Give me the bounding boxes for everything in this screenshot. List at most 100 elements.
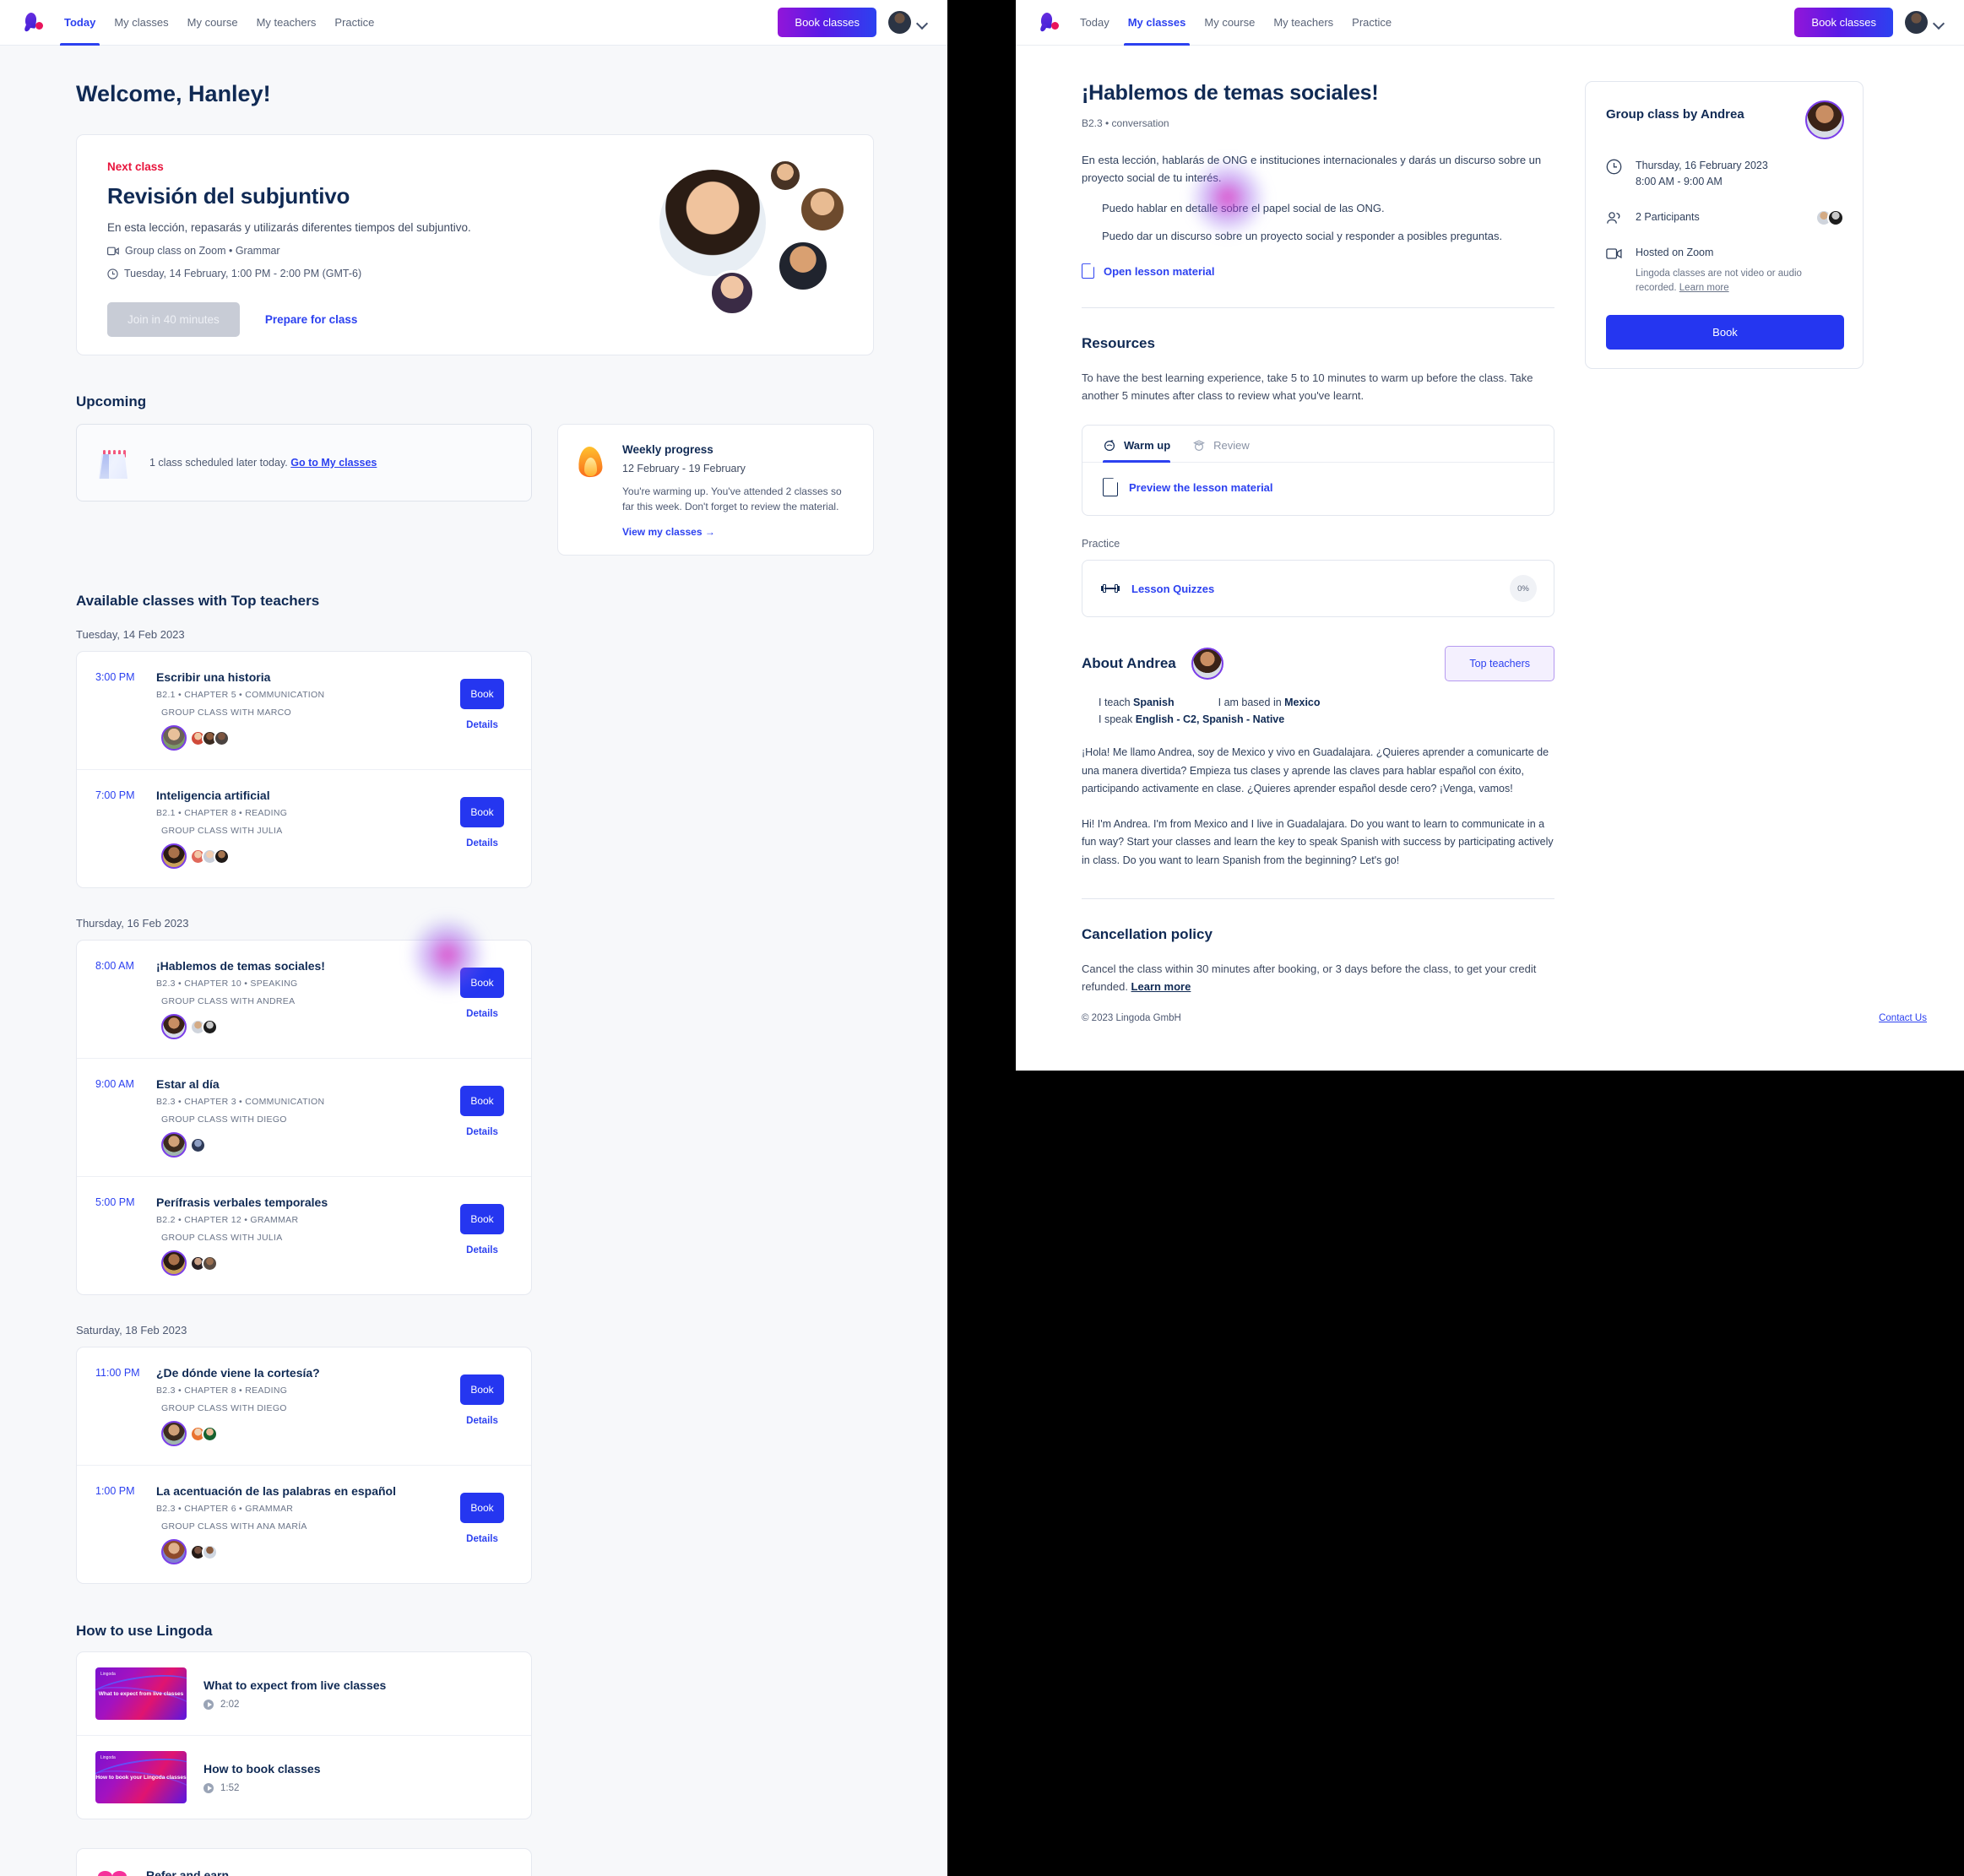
table-row[interactable]: 5:00 PM Perífrasis verbales temporales B… [77,1176,531,1294]
refer-info: Refer and earn Invite a friend to Lingod… [146,1868,391,1876]
book-classes-button[interactable]: Book classes [1794,8,1893,37]
table-row[interactable]: 7:00 PM Inteligencia artificial B2.1 • C… [77,769,531,887]
table-row[interactable]: 11:00 PM ¿De dónde viene la cortesía? B2… [77,1347,531,1465]
user-avatar[interactable] [888,11,911,34]
nav-item-my-course[interactable]: My course [1204,0,1255,45]
prepare-for-class-link[interactable]: Prepare for class [265,313,358,326]
cancellation-learn-more-link[interactable]: Learn more [1131,980,1191,993]
lesson-quizzes-card[interactable]: Lesson Quizzes 0% [1082,560,1554,618]
top-teachers-badge[interactable]: Top teachers [1445,646,1554,682]
nav-item-practice[interactable]: Practice [334,0,374,45]
upcoming-heading: Upcoming [76,393,147,409]
video-title: How to book classes [203,1761,321,1776]
details-link[interactable]: Details [466,720,498,730]
book-classes-button[interactable]: Book classes [778,8,876,37]
open-lesson-material-row[interactable]: Open lesson material [1082,263,1554,279]
screenshot-stage: Today My classes My course My teachers P… [0,0,1964,1876]
join-class-button[interactable]: Join in 40 minutes [107,302,240,337]
class-avatars [156,1014,453,1039]
document-icon [1082,263,1094,279]
lingoda-logo-icon[interactable] [24,11,46,34]
video-duration-row: 2:02 [203,1699,386,1710]
participant-avatar [190,1136,206,1153]
cancellation-heading: Cancellation policy [1082,926,1213,943]
nav-item-my-teachers[interactable]: My teachers [1273,0,1333,45]
cancellation-text-row: Cancel the class within 30 minutes after… [1082,960,1554,995]
refer-and-earn-card[interactable]: Refer and earn Invite a friend to Lingod… [76,1848,532,1876]
participants-row: 2 Participants [1606,209,1844,226]
table-row[interactable]: 1:00 PM La acentuación de las palabras e… [77,1465,531,1583]
teacher-bio-en: Hi! I'm Andrea. I'm from Mexico and I li… [1082,817,1554,866]
book-button[interactable]: Book [460,679,504,709]
book-button[interactable]: Book [1606,314,1844,350]
table-row[interactable]: 9:00 AM Estar al día B2.3 • CHAPTER 3 • … [77,1058,531,1176]
chevron-down-icon[interactable] [1934,18,1944,28]
video-duration: 2:02 [220,1699,240,1710]
list-item[interactable]: Lingoda What to expect from live classes… [77,1652,531,1735]
details-link[interactable]: Details [466,1534,498,1544]
book-button[interactable]: Book [460,968,504,998]
nav-item-today[interactable]: Today [59,0,100,46]
details-link[interactable]: Details [466,1127,498,1137]
tab-review[interactable]: Review [1192,438,1250,462]
preview-lesson-material-link[interactable]: Preview the lesson material [1129,481,1273,494]
participant-avatar [214,848,230,865]
participant-avatar [202,1018,218,1035]
how-to-heading: How to use Lingoda [76,1623,213,1639]
book-button[interactable]: Book [460,1204,504,1234]
table-row[interactable]: 3:00 PM Escribir una historia B2.1 • CHA… [77,652,531,769]
browser-window-class-details: Today My classes My course My teachers P… [1016,0,1964,1071]
contact-us-link[interactable]: Contact Us [1879,1013,1927,1023]
nav-item-today[interactable]: Today [1080,0,1109,45]
details-link[interactable]: Details [466,1245,498,1255]
table-row[interactable]: 8:00 AM ¡Hablemos de temas sociales! B2.… [77,941,531,1058]
nav-item-my-teachers[interactable]: My teachers [257,0,317,45]
video-thumbnail[interactable]: Lingoda What to expect from live classes [95,1667,187,1720]
thumb-caption: What to expect from live classes [98,1690,184,1697]
student-photo [777,240,829,292]
video-duration: 1:52 [220,1782,240,1793]
account-menu[interactable] [888,11,927,34]
upcoming-text: 1 class scheduled later today. Go to My … [149,457,377,469]
class-teacher: GROUP CLASS WITH ANDREA [161,996,296,1006]
nav-item-practice[interactable]: Practice [1352,0,1392,45]
list-item[interactable]: Lingoda How to book your Lingoda classes… [77,1735,531,1819]
book-button[interactable]: Book [460,1374,504,1405]
book-button[interactable]: Book [460,1493,504,1523]
dumbbell-icon [1101,583,1120,594]
class-list: 8:00 AM ¡Hablemos de temas sociales! B2.… [76,940,532,1295]
chevron-down-icon[interactable] [917,18,927,28]
details-link[interactable]: Details [466,838,498,849]
book-button[interactable]: Book [460,1086,504,1116]
class-meta: B2.1 • CHAPTER 8 • READING [156,808,288,818]
clock-icon [107,268,118,279]
nav-item-my-course[interactable]: My course [187,0,238,45]
available-classes-heading: Available classes with Top teachers [76,593,320,609]
class-time: 5:00 PM [95,1196,135,1208]
class-avatars [156,725,453,751]
open-lesson-material-link[interactable]: Open lesson material [1104,265,1215,278]
teacher-bio-es: ¡Hola! Me llamo Andrea, soy de Mexico y … [1082,746,1549,795]
user-avatar[interactable] [1905,11,1928,34]
nav-item-my-classes[interactable]: My classes [1123,0,1191,46]
page-title: Welcome, Hanley! [76,81,271,106]
divider [1082,307,1554,309]
lesson-quizzes-link[interactable]: Lesson Quizzes [1131,583,1214,595]
account-menu[interactable] [1905,11,1944,34]
details-link[interactable]: Details [466,1009,498,1019]
nav-item-my-classes[interactable]: My classes [114,0,168,45]
class-details-sidebar: Group class by Andrea Thursday, 16 Febru… [1585,81,1864,995]
tab-warm-up[interactable]: Warm up [1103,438,1171,464]
recording-learn-more-link[interactable]: Learn more [1679,283,1729,293]
day-label: Saturday, 18 Feb 2023 [76,1324,187,1337]
class-title: Estar al día [156,1077,220,1091]
book-button[interactable]: Book [460,797,504,827]
lingoda-logo-icon[interactable] [1039,11,1061,34]
view-my-classes-link[interactable]: View my classes → [622,526,853,538]
details-link[interactable]: Details [466,1416,498,1426]
class-actions: Book Details [453,1077,511,1158]
video-thumbnail[interactable]: Lingoda How to book your Lingoda classes [95,1751,187,1803]
go-to-my-classes-link[interactable]: Go to My classes [290,457,377,469]
class-time: 7:00 PM [95,789,135,801]
teacher-avatar [1191,648,1223,680]
